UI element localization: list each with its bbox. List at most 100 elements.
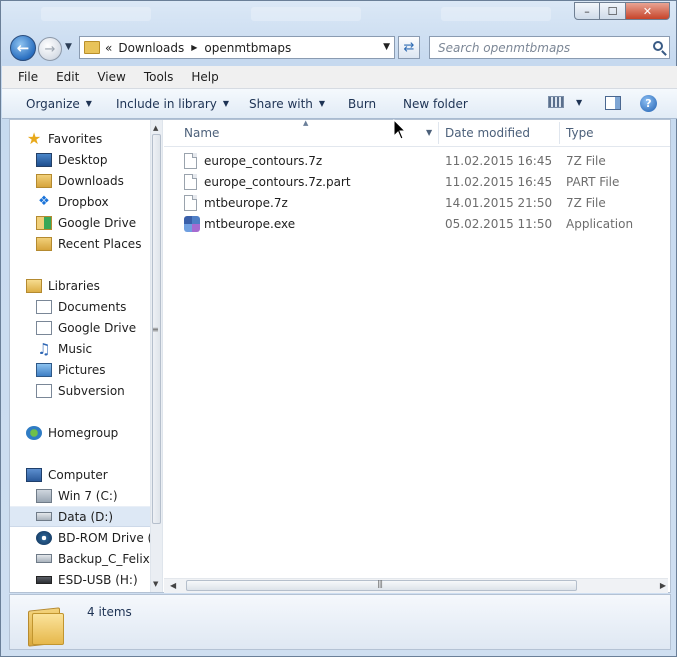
sidebar-item-label: Documents xyxy=(58,299,127,314)
scroll-right-icon[interactable]: ▶ xyxy=(660,581,666,590)
change-view-button[interactable]: ▼ xyxy=(548,96,582,108)
sidebar-item-google-drive[interactable]: Google Drive xyxy=(36,212,150,233)
file-date: 14.01.2015 21:50 xyxy=(445,195,553,210)
menu-file[interactable]: File xyxy=(2,70,47,84)
sidebar-item-win7-drive[interactable]: Win 7 (C:) xyxy=(36,485,150,506)
sidebar-item-downloads[interactable]: Downloads xyxy=(36,170,150,191)
column-filter-dropdown-icon[interactable]: ▼ xyxy=(426,128,432,137)
file-date: 11.02.2015 16:45 xyxy=(445,153,553,168)
sidebar-item-backup-drive[interactable]: Backup_C_Felix ( xyxy=(36,548,150,569)
dropbox-icon: ❖ xyxy=(38,193,50,209)
sidebar-item-label: Win 7 (C:) xyxy=(58,488,118,503)
library-google-drive-icon xyxy=(36,320,52,335)
sidebar-item-subversion[interactable]: Subversion xyxy=(36,380,150,401)
new-folder-button[interactable]: New folder xyxy=(403,89,468,118)
column-header-date-modified[interactable]: Date modified xyxy=(439,120,559,146)
address-overflow-chevron[interactable]: « xyxy=(105,41,112,55)
address-dropdown-icon[interactable]: ▼ xyxy=(383,42,390,52)
explorer-window: – ☐ ✕ ← → ▼ « Downloads ▶ openmtbmaps ▼ … xyxy=(0,0,677,657)
sidebar-item-label: Data (D:) xyxy=(58,509,114,524)
favorites-header[interactable]: ★ Favorites xyxy=(26,128,150,149)
file-list: ▲ Name ▼ Date modified Type europe_conto… xyxy=(164,119,670,593)
recent-pages-dropdown[interactable]: ▼ xyxy=(65,42,72,52)
breadcrumb-separator-icon[interactable]: ▶ xyxy=(191,43,197,52)
address-bar[interactable]: « Downloads ▶ openmtbmaps ▼ xyxy=(79,36,395,59)
file-type: Application xyxy=(566,216,634,231)
usb-drive-icon xyxy=(36,575,52,584)
close-button[interactable]: ✕ xyxy=(626,2,670,20)
menu-edit[interactable]: Edit xyxy=(47,70,88,84)
chevron-down-icon: ▼ xyxy=(85,99,92,108)
title-bar[interactable]: – ☐ ✕ xyxy=(1,1,676,31)
computer-header[interactable]: Computer xyxy=(26,464,150,485)
menu-tools[interactable]: Tools xyxy=(135,70,183,84)
music-note-icon: ♫ xyxy=(37,339,51,358)
file-name: europe_contours.7z xyxy=(204,153,323,168)
column-headers: ▲ Name ▼ Date modified Type xyxy=(164,119,670,147)
sidebar-item-desktop[interactable]: Desktop xyxy=(36,149,150,170)
include-in-library-button[interactable]: Include in library ▼ xyxy=(116,89,229,118)
scroll-up-icon[interactable]: ▲ xyxy=(153,124,158,132)
navigation-pane-scrollbar[interactable]: ▲ ≡ ▼ xyxy=(150,120,163,592)
minimize-button[interactable]: – xyxy=(574,2,600,20)
sidebar-item-label: Dropbox xyxy=(58,194,109,209)
menu-help[interactable]: Help xyxy=(182,70,227,84)
file-row[interactable]: mtbeurope.exe 05.02.2015 11:50 Applicati… xyxy=(164,213,670,234)
organize-button[interactable]: Organize ▼ xyxy=(26,89,92,118)
scrollbar-thumb[interactable]: ||| xyxy=(186,579,577,591)
scroll-left-icon[interactable]: ◀ xyxy=(170,581,176,590)
sidebar-item-data-drive[interactable]: Data (D:) xyxy=(10,506,150,527)
forward-button[interactable]: → xyxy=(38,37,62,61)
scrollbar-grip-icon: ||| xyxy=(377,579,383,588)
scrollbar-grip-icon: ≡ xyxy=(152,325,159,334)
include-in-library-label: Include in library xyxy=(116,96,217,111)
maximize-button[interactable]: ☐ xyxy=(600,2,626,20)
system-drive-icon xyxy=(36,488,52,503)
libraries-label: Libraries xyxy=(48,278,100,293)
background-tab xyxy=(41,7,151,21)
background-tab xyxy=(441,7,551,21)
chevron-down-icon: ▼ xyxy=(576,97,583,107)
column-header-type[interactable]: Type xyxy=(560,120,660,146)
file-row[interactable]: europe_contours.7z.part 11.02.2015 16:45… xyxy=(164,171,670,192)
homegroup-header[interactable]: Homegroup xyxy=(26,422,150,443)
sidebar-item-recent-places[interactable]: Recent Places xyxy=(36,233,150,254)
sidebar-item-documents[interactable]: Documents xyxy=(36,296,150,317)
chevron-down-icon: ▼ xyxy=(222,99,230,108)
sidebar-item-esd-usb[interactable]: ESD-USB (H:) xyxy=(36,569,150,590)
downloads-folder-icon xyxy=(36,173,52,188)
documents-icon xyxy=(36,299,52,314)
sidebar-item-dropbox[interactable]: ❖ Dropbox xyxy=(36,191,150,212)
favorites-label: Favorites xyxy=(48,131,103,146)
navigation-row: ← → ▼ « Downloads ▶ openmtbmaps ▼ ⇄ Sear… xyxy=(1,33,676,63)
file-row[interactable]: mtbeurope.7z 14.01.2015 21:50 7Z File xyxy=(164,192,670,213)
file-date: 11.02.2015 16:45 xyxy=(445,174,553,189)
refresh-button[interactable]: ⇄ xyxy=(398,36,420,59)
breadcrumb-openmtbmaps[interactable]: openmtbmaps xyxy=(204,41,291,55)
background-tab xyxy=(251,7,361,21)
menu-view[interactable]: View xyxy=(88,70,134,84)
column-date-label: Date modified xyxy=(445,126,531,140)
file-row[interactable]: europe_contours.7z 11.02.2015 16:45 7Z F… xyxy=(164,150,670,171)
sidebar-item-pictures[interactable]: Pictures xyxy=(36,359,150,380)
sidebar-item-label: Downloads xyxy=(58,173,124,188)
search-input[interactable]: Search openmtbmaps xyxy=(429,36,670,59)
sidebar-item-music[interactable]: ♫ Music xyxy=(36,338,150,359)
back-button[interactable]: ← xyxy=(10,35,36,61)
horizontal-scrollbar[interactable]: ◀ ||| ▶ xyxy=(164,578,668,593)
search-placeholder: Search openmtbmaps xyxy=(438,40,571,55)
burn-button[interactable]: Burn xyxy=(348,89,376,118)
file-date: 05.02.2015 11:50 xyxy=(445,216,553,231)
google-drive-icon xyxy=(36,215,52,230)
sidebar-item-library-google-drive[interactable]: Google Drive xyxy=(36,317,150,338)
breadcrumb-downloads[interactable]: Downloads xyxy=(118,41,184,55)
libraries-header[interactable]: Libraries xyxy=(26,275,150,296)
sidebar-item-bd-rom-drive[interactable]: BD-ROM Drive (F xyxy=(36,527,150,548)
preview-pane-icon[interactable] xyxy=(605,96,621,110)
search-icon[interactable] xyxy=(653,41,663,51)
sidebar-item-label: ESD-USB (H:) xyxy=(58,572,138,587)
sidebar-item-label: Recent Places xyxy=(58,236,142,251)
share-with-button[interactable]: Share with ▼ xyxy=(249,89,325,118)
help-icon[interactable]: ? xyxy=(640,95,657,112)
scroll-down-icon[interactable]: ▼ xyxy=(153,580,158,588)
